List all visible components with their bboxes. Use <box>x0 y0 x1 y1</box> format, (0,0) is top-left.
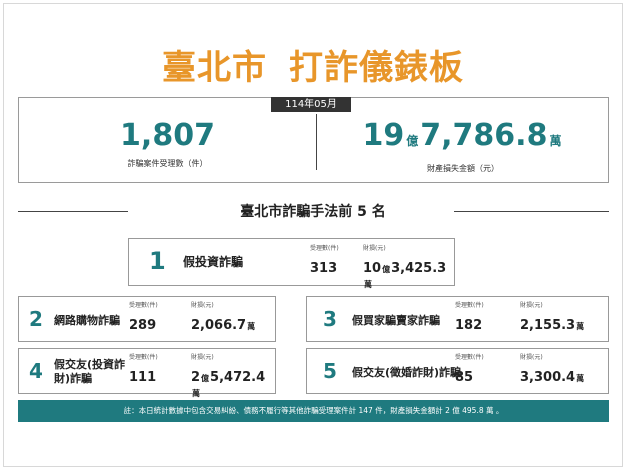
loss-label: 財損(元) <box>363 245 386 252</box>
count-label: 受理數(件) <box>129 354 158 361</box>
loss-value: 19 億7,786.8 萬 <box>317 116 609 161</box>
count-label: 受理數(件) <box>129 302 158 309</box>
count-value: 313 <box>310 261 338 276</box>
rank-name: 假買家騙賣家詐騙 <box>352 314 440 327</box>
loss-summary: 19 億7,786.8 萬 財產損失金額（元） <box>317 116 609 174</box>
count-value: 289 <box>129 318 157 333</box>
title-city: 臺北市 <box>162 48 267 88</box>
count-label: 受理數(件) <box>310 245 339 252</box>
summary-panel: 114年05月 1,807 詐騙案件受理數（件） 19 億7,786.8 萬 財產損… <box>18 97 609 183</box>
yi-unit: 億 <box>201 374 210 383</box>
rank-name-line1: 假交友(投資詐 <box>54 358 126 371</box>
page-title: 臺北市 打詐儀錶板 <box>0 40 626 89</box>
wan-unit: 萬 <box>576 374 585 383</box>
loss-label: 財損(元) <box>191 302 214 309</box>
rank-card-4: 4 假交友(投資詐 財)詐騙 受理數(件) 財損(元) 111 2億5,472.… <box>18 348 276 398</box>
loss-wan-value: 5,472.4 <box>210 370 266 385</box>
loss-label: 財損(元) <box>520 302 543 309</box>
rank-card-3: 3 假買家騙賣家詐騙 受理數(件) 財損(元) 182 2,155.3萬 <box>306 296 609 342</box>
section-line-right <box>454 211 609 212</box>
loss-value: 2億5,472.4 萬 <box>191 370 275 400</box>
rank-name: 假交友(投資詐 財)詐騙 <box>54 358 125 386</box>
rank-name: 假投資詐騙 <box>183 255 244 269</box>
rank-name: 假交友(徵婚詐財)詐騙 <box>352 366 462 379</box>
loss-label: 財產損失金額（元） <box>427 164 499 173</box>
title-dashboard: 打詐儀錶板 <box>289 48 464 88</box>
loss-yi-unit: 億 <box>406 134 419 148</box>
wan-unit: 萬 <box>576 322 585 331</box>
count-value: 182 <box>455 318 483 333</box>
loss-yi-value: 10 <box>363 261 382 276</box>
rank-number: 3 <box>323 307 337 331</box>
rank-number: 4 <box>29 359 43 383</box>
loss-wan-value: 2,155.3 <box>520 318 576 333</box>
footnote-banner: 註：本日統計數據中包含交易糾紛、債務不履行等其他詐騙受理案件計 147 件，財產… <box>18 400 609 422</box>
count-label: 受理數(件) <box>455 354 484 361</box>
loss-value: 10億3,425.3 萬 <box>363 261 454 291</box>
rank-name-line2: 財)詐騙 <box>54 372 93 385</box>
wan-unit: 萬 <box>247 322 256 331</box>
wan-unit: 萬 <box>192 389 200 398</box>
loss-label: 財損(元) <box>191 354 214 361</box>
loss-value: 2,155.3萬 <box>520 318 585 333</box>
loss-yi-value: 19 <box>362 118 405 153</box>
yi-unit: 億 <box>382 265 391 274</box>
count-label: 受理數(件) <box>455 302 484 309</box>
section-header: 臺北市詐騙手法前 5 名 <box>0 201 626 223</box>
loss-value: 2,066.7萬 <box>191 318 256 333</box>
cases-value: 1,807 <box>120 118 215 153</box>
loss-label: 財損(元) <box>520 354 543 361</box>
count-value: 85 <box>455 370 474 385</box>
rank-card-1: 1 假投資詐騙 受理數(件) 財損(元) 313 10億3,425.3 萬 <box>128 238 455 289</box>
month-badge: 114年05月 <box>271 97 351 112</box>
wan-unit: 萬 <box>364 280 372 289</box>
loss-wan-unit: 萬 <box>549 134 562 148</box>
rank-number: 2 <box>29 307 43 331</box>
cases-label: 詐騙案件受理數（件） <box>127 159 208 168</box>
rank-name: 網路購物詐騙 <box>54 314 120 327</box>
loss-yi-value: 2 <box>191 370 201 385</box>
count-value: 111 <box>129 370 157 385</box>
rank-number: 5 <box>323 359 337 383</box>
rank-number: 1 <box>149 247 166 275</box>
loss-wan-value: 7,786.8 <box>420 118 548 153</box>
loss-value: 3,300.4萬 <box>520 370 585 385</box>
cases-summary: 1,807 詐騙案件受理數（件） <box>19 116 316 169</box>
loss-wan-value: 3,425.3 <box>391 261 447 276</box>
loss-wan-value: 3,300.4 <box>520 370 576 385</box>
section-title: 臺北市詐騙手法前 5 名 <box>240 204 386 220</box>
rank-card-2: 2 網路購物詐騙 受理數(件) 財損(元) 289 2,066.7萬 <box>18 296 276 342</box>
loss-wan-value: 2,066.7 <box>191 318 247 333</box>
rank-card-5: 5 假交友(徵婚詐財)詐騙 受理數(件) 財損(元) 85 3,300.4萬 <box>306 348 609 394</box>
